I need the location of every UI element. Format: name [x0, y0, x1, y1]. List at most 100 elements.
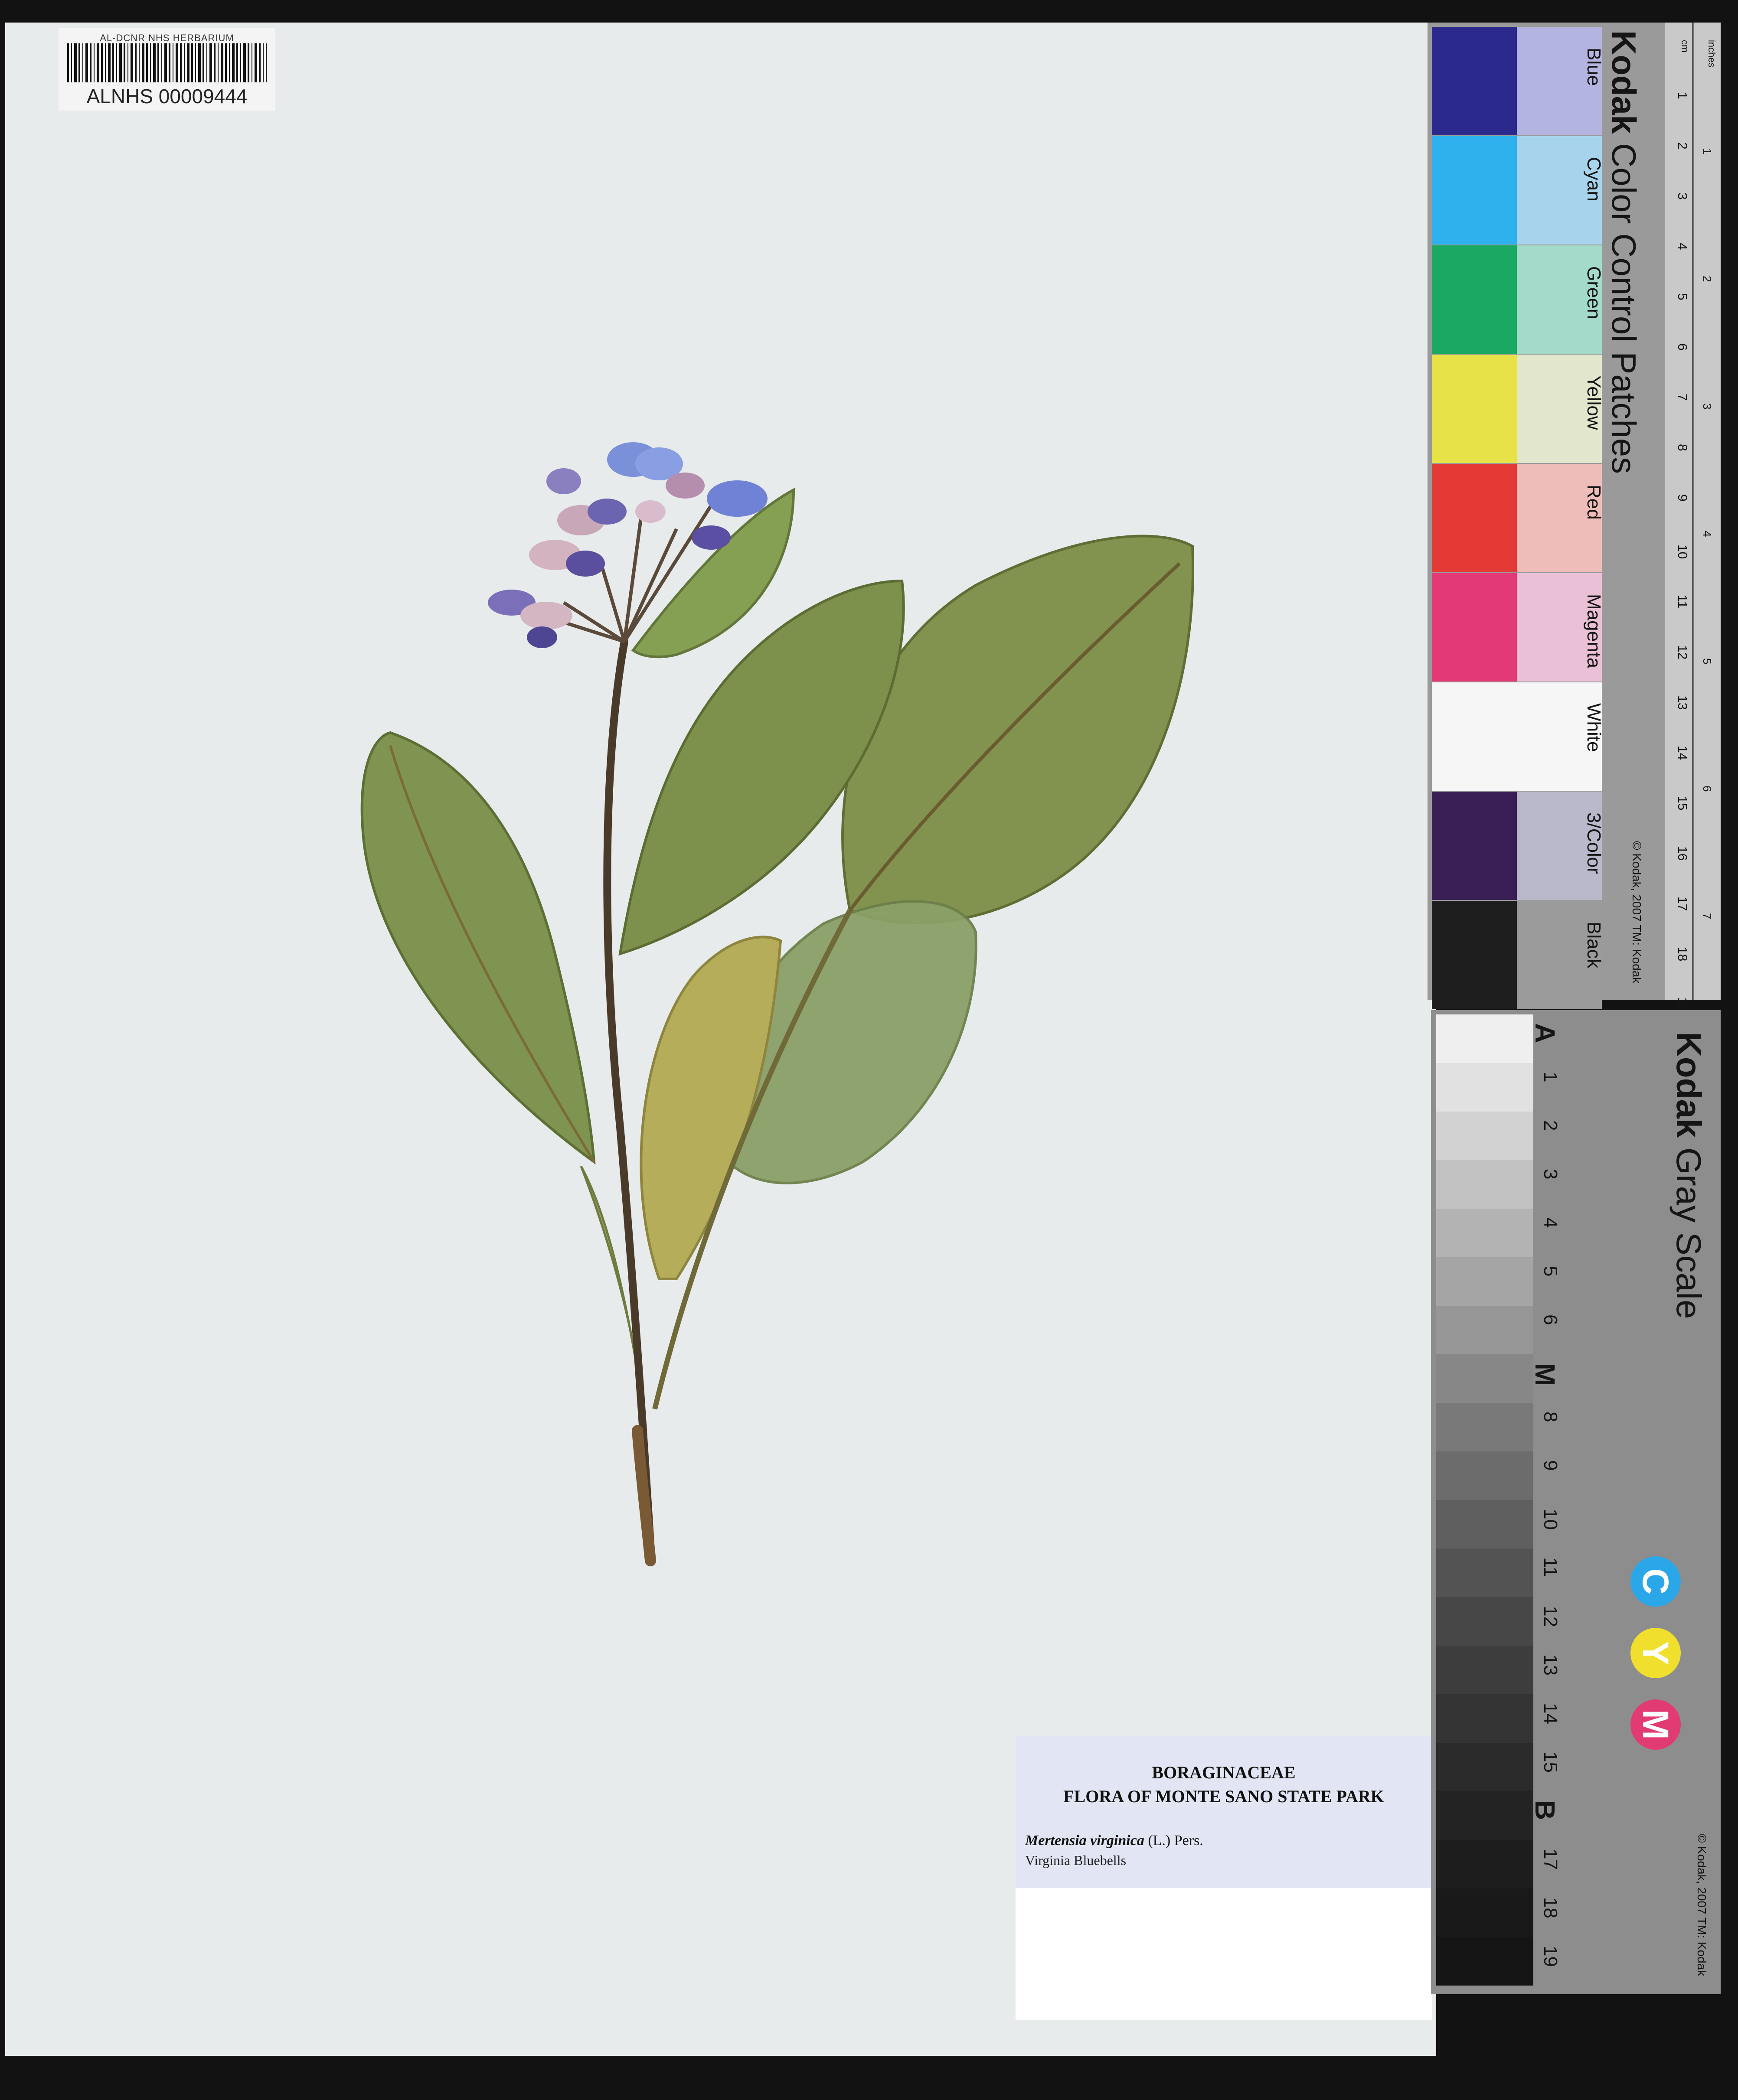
color-patch-cyan-dark	[1432, 136, 1517, 245]
ruler-cm-label: 9	[1675, 494, 1689, 502]
ruler-cm-label: 5	[1675, 293, 1689, 300]
gray-step-label: B	[1529, 1800, 1561, 1820]
gray-step	[1436, 1403, 1533, 1451]
label-text-area: BORAGINACEAE FLORA OF MONTE SANO STATE P…	[1016, 1736, 1432, 1888]
ruler-cm-label: 2	[1675, 142, 1689, 150]
gray-step-label: 18	[1540, 1897, 1561, 1918]
ruler-cm-label: 13	[1675, 695, 1689, 710]
label-blank-area	[1016, 1888, 1432, 2020]
color-patch-white-dark	[1432, 682, 1517, 791]
gray-step	[1436, 1937, 1533, 1986]
gray-step	[1436, 1063, 1533, 1112]
gray-step-label: 12	[1540, 1606, 1561, 1627]
gray-step-label: 4	[1540, 1217, 1561, 1228]
specimen-label: BORAGINACEAE FLORA OF MONTE SANO STATE P…	[1016, 1736, 1432, 2020]
label-family: BORAGINACEAE	[1152, 1763, 1296, 1782]
label-species: Mertensia virginica	[1025, 1833, 1144, 1849]
ruler-cm-label: 4	[1675, 243, 1689, 250]
color-patch-label: Black	[1583, 922, 1604, 968]
ruler-cm-label: 11	[1675, 595, 1689, 609]
gray-step-label: 9	[1540, 1460, 1561, 1471]
gray-card-heading: Kodak Gray Scale	[1669, 1032, 1709, 1319]
ruler-cm-label: 17	[1675, 897, 1689, 911]
color-patch-yellow-dark	[1432, 355, 1517, 463]
gray-step	[1436, 1354, 1533, 1403]
color-card-brand: Kodak	[1605, 30, 1643, 134]
color-card-copyright: © Kodak, 2007 TM: Kodak	[1630, 841, 1643, 984]
gray-step-label: 6	[1540, 1314, 1561, 1325]
ruler-cm-label: 8	[1675, 444, 1689, 451]
gray-step-label: 13	[1540, 1654, 1561, 1676]
ruler-inch-label: 1	[1701, 148, 1714, 155]
label-authority: (L.) Pers.	[1148, 1833, 1203, 1849]
cmy-target-y: Y	[1630, 1628, 1681, 1678]
ruler-cm-label: 19	[1675, 997, 1689, 1012]
color-patch-label: Cyan	[1583, 157, 1604, 202]
gray-step	[1436, 1791, 1533, 1840]
gray-step	[1436, 1160, 1533, 1209]
gray-card-title: Gray Scale	[1669, 1147, 1708, 1319]
plant-stem	[603, 638, 654, 1547]
gray-step-label: A	[1529, 1023, 1561, 1043]
gray-step	[1436, 1451, 1533, 1500]
gray-step	[1436, 1500, 1533, 1549]
label-flora: FLORA OF MONTE SANO STATE PARK	[1063, 1787, 1384, 1806]
ruler-cm-label: 12	[1675, 645, 1689, 660]
ruler-inch-label: 7	[1701, 913, 1714, 920]
gray-step	[1436, 1743, 1533, 1791]
ruler-cm-label: 7	[1675, 394, 1689, 401]
gray-step	[1436, 1306, 1533, 1354]
label-common-name: Virginia Bluebells	[1025, 1852, 1127, 1868]
gray-step	[1436, 1209, 1533, 1257]
color-patch-magenta-dark	[1432, 573, 1517, 682]
gray-step	[1436, 1646, 1533, 1694]
gray-step-label: 1	[1540, 1072, 1561, 1083]
ruler-inch-label: 6	[1701, 786, 1714, 792]
color-patch-label: White	[1583, 703, 1604, 752]
ruler-cm-label: 10	[1675, 545, 1689, 559]
ruler-cm-label: 1	[1675, 92, 1689, 99]
color-card-title: Color Control Patches	[1605, 143, 1643, 474]
color-card-text: Kodak Color Control Patches Blue Cyan Gree…	[1583, 30, 1648, 993]
gray-step-label: M	[1529, 1363, 1561, 1386]
ruler-cm-label: 15	[1675, 796, 1689, 811]
gray-step	[1436, 1694, 1533, 1743]
ruler-cm-label: 14	[1675, 746, 1689, 760]
leaf-left	[360, 731, 596, 1165]
ruler: cm inches 1 2 3 4 5 6 7 8 9 10 11 12 13 14 15 16 17 18 19 1…	[1665, 23, 1721, 1047]
gray-step	[1436, 1888, 1533, 1937]
ruler-cm-label: 16	[1675, 846, 1689, 861]
cmy-target-m: M	[1630, 1699, 1681, 1750]
gray-step-label: 5	[1540, 1266, 1561, 1277]
ruler-inch-label: 5	[1701, 658, 1714, 665]
color-patch-label: Yellow	[1583, 375, 1604, 430]
gray-step-label: 19	[1540, 1946, 1561, 1967]
ruler-cm-label: 6	[1675, 343, 1689, 351]
color-card-heading: Kodak Color Control Patches	[1604, 30, 1643, 474]
gray-step-label: 2	[1540, 1120, 1561, 1131]
ruler-inch-label: 2	[1701, 276, 1714, 282]
gray-step-label: 11	[1540, 1557, 1561, 1577]
label-scientific-name: Mertensia virginica (L.) Pers.	[1025, 1833, 1203, 1849]
gray-step-label: 17	[1540, 1849, 1561, 1870]
gray-step-label: 15	[1540, 1751, 1561, 1773]
gray-step-label: 8	[1540, 1412, 1561, 1422]
ruler-inch-label: 4	[1701, 531, 1714, 537]
gray-step	[1436, 1257, 1533, 1306]
kodak-gray-card: A 1 2 3 4 5 6 M 8 9 10 11 12 13 14 15 B 17 18 19 Kodak Gray…	[1431, 1010, 1721, 1994]
cmy-target-c: C	[1630, 1556, 1681, 1607]
gray-card-copyright: © Kodak, 2007 TM: Kodak	[1695, 1834, 1709, 1976]
color-patch-label: Magenta	[1583, 594, 1604, 668]
color-patch-red-dark	[1432, 464, 1517, 572]
color-patch-3-color-dark	[1432, 792, 1517, 900]
color-patch-black-dark	[1432, 901, 1517, 1009]
gray-step	[1436, 1597, 1533, 1646]
gray-step-label: 3	[1540, 1169, 1561, 1180]
ruler-cm-label: 3	[1675, 192, 1689, 200]
gray-step	[1436, 1549, 1533, 1597]
color-patch-blue-dark	[1432, 27, 1517, 135]
ruler-cm-label: 18	[1675, 947, 1689, 962]
gray-step	[1436, 1112, 1533, 1160]
color-patch-label: Green	[1583, 266, 1604, 320]
color-patch-label: Red	[1583, 485, 1604, 520]
